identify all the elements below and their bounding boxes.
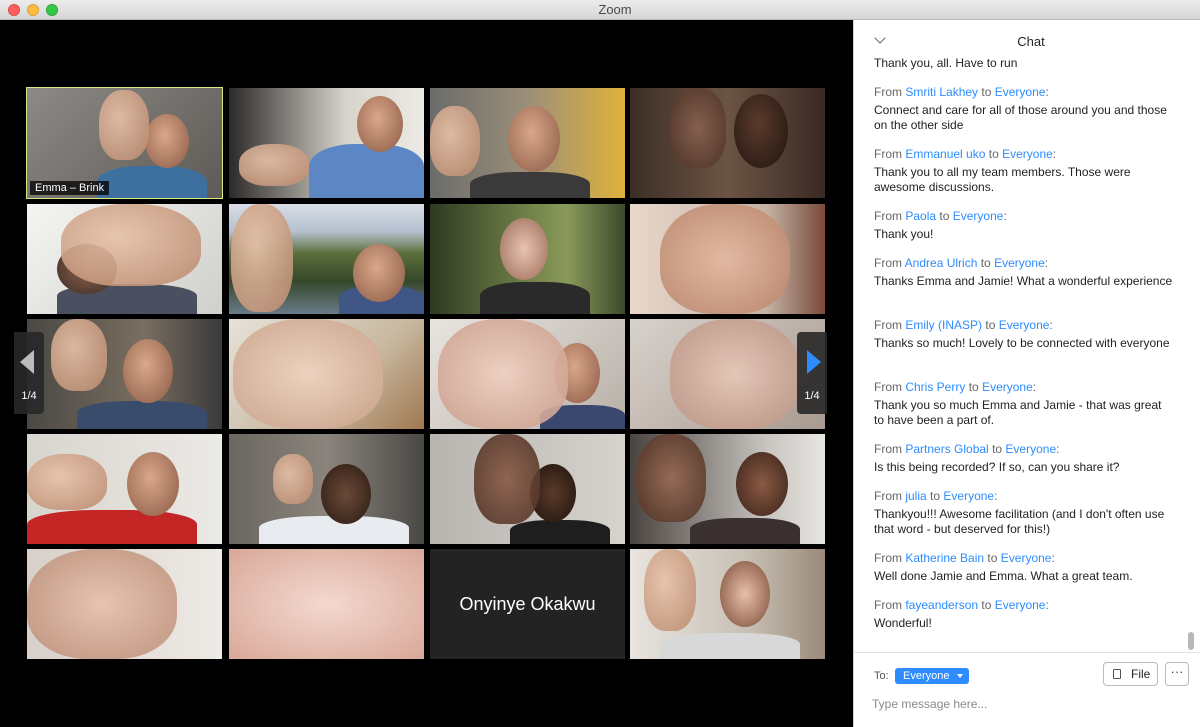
recipient-name[interactable]: Everyone (982, 380, 1033, 394)
message-text: Wonderful! (874, 616, 932, 630)
sender-name[interactable]: fayeanderson (905, 598, 978, 612)
chat-messages[interactable]: Thank you, all. Have to run From Smriti … (854, 56, 1200, 652)
message-text: Thank you! (874, 227, 934, 241)
participant-name-display: Onyinye Okakwu (459, 594, 596, 614)
chat-message: From Katherine Bain to Everyone: Well do… (874, 551, 1174, 584)
video-tile[interactable] (27, 319, 222, 429)
chat-scrollbar[interactable] (1188, 632, 1194, 650)
video-tile[interactable] (630, 434, 825, 544)
video-tile[interactable]: Emma – Brink (26, 87, 223, 199)
caret-down-icon (957, 674, 964, 678)
page-indicator: 1/4 (804, 390, 820, 402)
message-text: Connect and care for all of those around… (874, 103, 1167, 132)
chat-message: From Andrea Ulrich to Everyone: Thanks E… (874, 256, 1173, 288)
message-text: Is this being recorded? If so, can you s… (874, 460, 1120, 474)
video-tile-video-off[interactable]: Onyinye Okakwu (430, 549, 625, 659)
chat-message: From Paola to Everyone: Thank you! (874, 209, 1174, 242)
recipient-name[interactable]: Everyone (943, 489, 994, 503)
chat-compose: To: Everyone File ··· (854, 652, 1200, 727)
chat-panel: Chat Thank you, all. Have to run From Sm… (853, 20, 1200, 727)
participant-name-tag: Emma – Brink (30, 181, 110, 195)
file-button[interactable]: File (1103, 662, 1158, 686)
video-tile[interactable] (430, 319, 625, 429)
video-tile[interactable] (630, 88, 825, 198)
recipient-name[interactable]: Everyone (994, 256, 1045, 270)
sender-name[interactable]: Emmanuel uko (905, 147, 985, 161)
recipient-dropdown[interactable]: Everyone (895, 668, 970, 684)
video-tile[interactable] (229, 434, 424, 544)
window-title: Zoom (598, 2, 632, 17)
video-tile[interactable] (430, 88, 625, 198)
sender-name[interactable]: Partners Global (905, 442, 988, 456)
chat-message: From Partners Global to Everyone: Is thi… (874, 442, 1174, 475)
video-tile[interactable] (630, 204, 825, 314)
sender-name[interactable]: julia (905, 489, 926, 503)
video-tile[interactable] (229, 319, 424, 429)
message-input[interactable] (872, 693, 1182, 715)
video-tile[interactable] (229, 549, 424, 659)
document-icon (1113, 669, 1121, 679)
message-text: Thanks Emma and Jamie! What a wonderful … (874, 274, 1173, 288)
recipient-name[interactable]: Everyone (1001, 551, 1052, 565)
chat-message-partial: Thank you, all. Have to run (874, 56, 1018, 70)
recipient-name[interactable]: Everyone (953, 209, 1004, 223)
sender-name[interactable]: Paola (905, 209, 936, 223)
more-options-button[interactable]: ··· (1165, 662, 1189, 686)
chat-message: From julia to Everyone: Thankyou!!! Awes… (874, 489, 1174, 537)
chat-message: From Smriti Lakhey to Everyone: Connect … (874, 85, 1174, 133)
video-tile[interactable] (27, 204, 222, 314)
video-tile[interactable] (27, 549, 222, 659)
video-tile[interactable] (430, 204, 625, 314)
window-titlebar: Zoom (0, 0, 1200, 20)
sender-name[interactable]: Katherine Bain (905, 551, 984, 565)
arrow-right-icon (807, 350, 821, 374)
next-page-button[interactable]: 1/4 (797, 332, 827, 414)
sender-name[interactable]: Smriti Lakhey (905, 85, 978, 99)
file-button-label: File (1131, 667, 1151, 681)
message-text: Thanks so much! Lovely to be connected w… (874, 336, 1170, 350)
message-text: Thank you to all my team members. Those … (874, 165, 1131, 194)
message-text: Well done Jamie and Emma. What a great t… (874, 569, 1133, 583)
chat-message: From Emily (INASP) to Everyone: Thanks s… (874, 318, 1174, 351)
recipient-name[interactable]: Everyone (1005, 442, 1056, 456)
video-gallery: Emma – Brink Onyinye Okakwu 1/4 1/4 (0, 20, 853, 727)
to-label: To: (874, 670, 889, 682)
sender-name[interactable]: Emily (INASP) (905, 318, 982, 332)
sender-name[interactable]: Andrea Ulrich (905, 256, 978, 270)
video-tile[interactable] (630, 319, 825, 429)
video-tile[interactable] (630, 549, 825, 659)
video-tile[interactable] (229, 88, 424, 198)
recipient-selected: Everyone (903, 670, 950, 682)
page-indicator: 1/4 (21, 390, 37, 402)
recipient-name[interactable]: Everyone (1002, 147, 1053, 161)
message-text: Thankyou!!! Awesome facilitation (and I … (874, 507, 1165, 536)
chat-message: From fayeanderson to Everyone: Wonderful… (874, 598, 1174, 631)
arrow-left-icon (20, 350, 34, 374)
recipient-name[interactable]: Everyone (995, 85, 1046, 99)
chat-message: From Emmanuel uko to Everyone: Thank you… (874, 147, 1174, 195)
message-text: Thank you so much Emma and Jamie - that … (874, 398, 1162, 427)
chat-message: From Chris Perry to Everyone: Thank you … (874, 380, 1174, 428)
recipient-name[interactable]: Everyone (995, 598, 1046, 612)
video-tile[interactable] (229, 204, 424, 314)
video-tile[interactable] (27, 434, 222, 544)
sender-name[interactable]: Chris Perry (905, 380, 965, 394)
chat-title: Chat (1017, 34, 1045, 49)
video-tile[interactable] (430, 434, 625, 544)
recipient-name[interactable]: Everyone (999, 318, 1050, 332)
previous-page-button[interactable]: 1/4 (14, 332, 44, 414)
